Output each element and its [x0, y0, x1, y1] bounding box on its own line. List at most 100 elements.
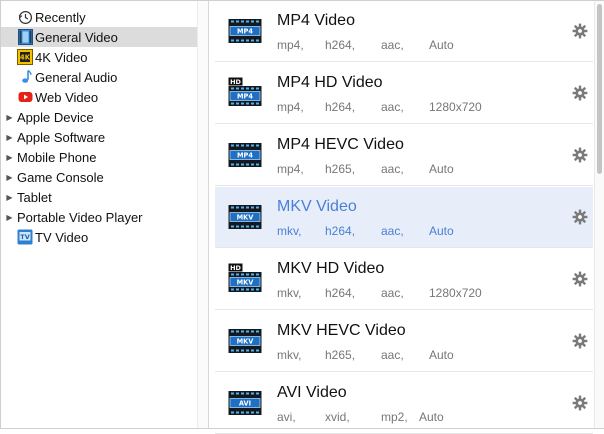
- category-label: Web Video: [35, 89, 99, 105]
- mkv-format-icon: MKV: [228, 201, 262, 231]
- gear-icon[interactable]: [572, 85, 588, 101]
- expand-triangle-icon[interactable]: ▶: [3, 153, 16, 162]
- category-label: Recently: [35, 9, 86, 25]
- category-item[interactable]: General Audio: [1, 67, 197, 87]
- format-row[interactable]: MKV MKV HEVC Video mkv, h265, aac, Auto: [215, 311, 593, 372]
- category-item[interactable]: ▶ Tablet: [1, 187, 197, 207]
- format-title: AVI Video: [277, 384, 347, 401]
- category-label: Apple Device: [17, 109, 94, 125]
- format-spec: mp4,: [277, 162, 304, 176]
- format-spec: mkv,: [277, 286, 302, 300]
- category-item[interactable]: ▶ Mobile Phone: [1, 147, 197, 167]
- format-row[interactable]: MKV MKV Video mkv, h264, aac, Auto: [215, 187, 593, 248]
- gear-icon[interactable]: [572, 271, 588, 287]
- format-spec: 1280x720: [429, 100, 482, 114]
- format-spec: Auto: [429, 38, 454, 52]
- svg-text:TV: TV: [20, 233, 29, 241]
- 4k-film-icon: 4K: [17, 49, 33, 65]
- format-spec: xvid,: [325, 410, 350, 424]
- format-spec: aac,: [381, 100, 404, 114]
- gear-icon[interactable]: [572, 147, 588, 163]
- category-item[interactable]: General Video: [1, 27, 197, 47]
- format-title: MP4 Video: [277, 12, 355, 29]
- format-row[interactable]: MP4 MP4 Video mp4, h264, aac, Auto: [215, 1, 593, 62]
- music-note-icon: [17, 69, 33, 85]
- mp4-format-icon: MP4: [228, 139, 262, 169]
- svg-text:HD: HD: [230, 78, 241, 86]
- category-item[interactable]: Web Video: [1, 87, 197, 107]
- category-item[interactable]: 4K 4K Video: [1, 47, 197, 67]
- format-title: MKV HD Video: [277, 260, 385, 277]
- category-item[interactable]: ▶ Apple Device: [1, 107, 197, 127]
- svg-text:HD: HD: [230, 264, 241, 272]
- tv-icon: TV: [17, 229, 33, 245]
- mkv-format-icon: MKV: [228, 325, 262, 355]
- format-spec: aac,: [381, 348, 404, 362]
- format-spec: Auto: [419, 410, 444, 424]
- hd-mkv-format-icon: HD MKV: [228, 263, 262, 293]
- format-spec: h265,: [325, 162, 356, 176]
- category-label: TV Video: [35, 229, 89, 245]
- category-item[interactable]: ▶ Game Console: [1, 167, 197, 187]
- gear-icon[interactable]: [572, 395, 588, 411]
- format-spec: h264,: [325, 224, 356, 238]
- format-scrollbar-thumb[interactable]: [597, 4, 602, 174]
- mp4-format-icon: MP4: [228, 15, 262, 45]
- format-picker: Recently General Video 4K 4K Video General A…: [0, 0, 604, 434]
- format-spec: aac,: [381, 162, 404, 176]
- hd-mp4-format-icon: HD MP4: [228, 77, 262, 107]
- avi-format-icon: AVI: [228, 387, 262, 417]
- format-spec: h264,: [325, 286, 356, 300]
- format-title: MP4 HEVC Video: [277, 136, 404, 153]
- category-label: General Video: [35, 29, 118, 45]
- format-row[interactable]: HD MKV MKV HD Video mkv, h264, aac, 1280x720: [215, 249, 593, 310]
- svg-text:MP4: MP4: [237, 152, 253, 160]
- youtube-icon: [17, 89, 33, 105]
- format-spec: mkv,: [277, 348, 302, 362]
- format-list: MP4 MP4 Video mp4, h264, aac, Auto HD MP4 MP4 HD…: [215, 1, 593, 434]
- category-list: Recently General Video 4K 4K Video General A…: [1, 1, 197, 428]
- expand-triangle-icon[interactable]: ▶: [3, 173, 16, 182]
- format-title: MP4 HD Video: [277, 74, 383, 91]
- format-spec: Auto: [429, 224, 454, 238]
- gear-icon[interactable]: [572, 333, 588, 349]
- category-scrollbar[interactable]: [197, 1, 209, 428]
- format-spec: h264,: [325, 38, 356, 52]
- expand-triangle-icon[interactable]: ▶: [3, 133, 16, 142]
- category-item[interactable]: Recently: [1, 7, 197, 27]
- category-item[interactable]: ▶ Apple Software: [1, 127, 197, 147]
- format-spec: aac,: [381, 286, 404, 300]
- format-spec: mp4,: [277, 100, 304, 114]
- format-scrollbar[interactable]: [594, 1, 604, 428]
- expand-triangle-icon[interactable]: ▶: [3, 193, 16, 202]
- expand-triangle-icon[interactable]: ▶: [3, 113, 16, 122]
- format-spec: aac,: [381, 224, 404, 238]
- category-label: 4K Video: [35, 49, 88, 65]
- format-spec: Auto: [429, 162, 454, 176]
- format-title: MKV HEVC Video: [277, 322, 406, 339]
- category-label: Apple Software: [17, 129, 106, 145]
- format-spec: aac,: [381, 38, 404, 52]
- format-row[interactable]: AVI AVI Video avi, xvid, mp2, Auto: [215, 373, 593, 434]
- svg-text:MKV: MKV: [237, 279, 255, 287]
- format-row[interactable]: MP4 MP4 HEVC Video mp4, h265, aac, Auto: [215, 125, 593, 186]
- gear-icon[interactable]: [572, 209, 588, 225]
- gear-icon[interactable]: [572, 23, 588, 39]
- format-spec: Auto: [429, 348, 454, 362]
- expand-triangle-icon[interactable]: ▶: [3, 213, 16, 222]
- format-spec: 1280x720: [429, 286, 482, 300]
- svg-text:MP4: MP4: [237, 93, 253, 101]
- format-spec: mp4,: [277, 38, 304, 52]
- film-icon: [17, 29, 33, 45]
- category-label: Mobile Phone: [17, 149, 97, 165]
- category-label: Portable Video Player: [17, 209, 143, 225]
- svg-text:AVI: AVI: [239, 400, 251, 408]
- category-item[interactable]: ▶ Portable Video Player: [1, 207, 197, 227]
- format-row[interactable]: HD MP4 MP4 HD Video mp4, h264, aac, 1280x720: [215, 63, 593, 124]
- category-item[interactable]: TV TV Video: [1, 227, 197, 247]
- format-spec: mp2,: [381, 410, 408, 424]
- svg-text:MP4: MP4: [237, 28, 253, 36]
- format-spec: mkv,: [277, 224, 302, 238]
- format-title: MKV Video: [277, 198, 357, 215]
- svg-text:MKV: MKV: [237, 214, 255, 222]
